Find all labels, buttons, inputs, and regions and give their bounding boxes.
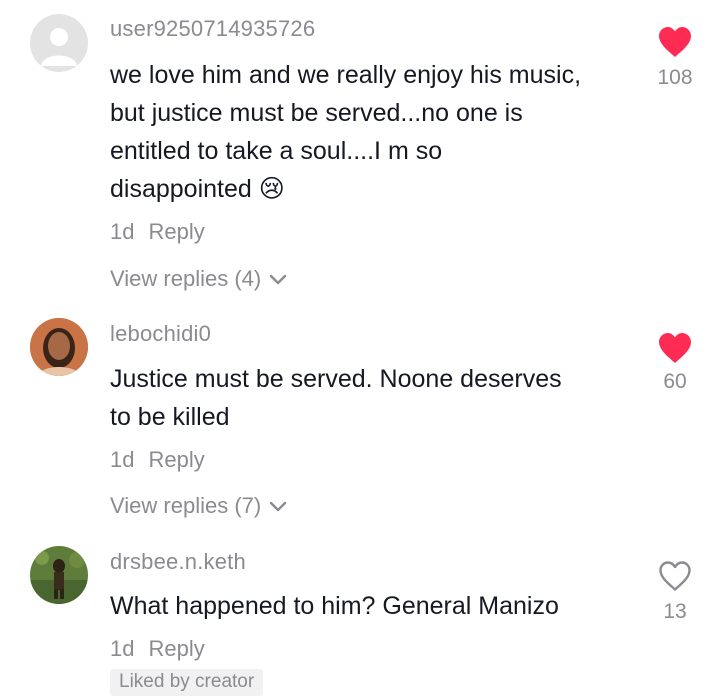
like-button[interactable] [650, 332, 700, 364]
avatar[interactable] [30, 546, 88, 604]
comment-age: 1d [110, 219, 135, 244]
like-count: 13 [663, 600, 687, 623]
heart-filled-icon [659, 27, 691, 57]
chevron-down-icon [270, 274, 287, 285]
view-replies-label: View replies (7) [110, 493, 262, 518]
view-replies-button[interactable]: View replies (4) [110, 266, 287, 292]
comment-text-line: What happened to him? General Manizo [110, 592, 559, 620]
comment-text-line: disappointed 😢 [110, 170, 640, 208]
view-replies-button[interactable]: View replies (7) [110, 493, 287, 519]
like-count: 60 [663, 370, 687, 393]
like-button[interactable] [650, 560, 700, 592]
comment-meta: 1d Reply [110, 636, 205, 662]
chevron-down-icon [270, 501, 287, 512]
comment-text-line: to be killed [110, 403, 230, 431]
comment-item: user9250714935726 we love him and we rea… [0, 0, 720, 310]
view-replies-label: View replies (4) [110, 266, 262, 291]
profile-photo [30, 546, 88, 604]
comment-item: lebochidi0 Justice must be served. Noone… [0, 310, 720, 530]
default-avatar-icon [30, 14, 88, 72]
profile-photo [30, 318, 88, 376]
comment-age: 1d [110, 636, 135, 661]
comment-item: drsbee.n.keth What happened to him? Gene… [0, 530, 720, 700]
crying-emoji: 😢 [258, 175, 285, 203]
comment-meta: 1d Reply [110, 219, 205, 245]
liked-by-creator-badge: Liked by creator [110, 669, 264, 696]
comment-meta: 1d Reply [110, 447, 205, 473]
avatar[interactable] [30, 318, 88, 376]
comment-text: Justice must be served. Noone deserves t… [110, 360, 640, 436]
comment-text-fragment: disappointed [110, 175, 252, 203]
comment-text-line: Justice must be served. Noone deserves [110, 365, 562, 393]
comment-text-line: entitled to take a soul....I m so [110, 137, 443, 165]
comment-username[interactable]: user9250714935726 [110, 16, 315, 42]
like-count: 108 [657, 66, 693, 89]
comment-text-line: but justice must be served...no one is [110, 99, 523, 127]
comment-age: 1d [110, 447, 135, 472]
avatar[interactable] [30, 14, 88, 72]
comment-username[interactable]: lebochidi0 [110, 321, 211, 347]
like-button[interactable] [650, 26, 700, 58]
comment-username[interactable]: drsbee.n.keth [110, 549, 246, 575]
reply-button[interactable]: Reply [148, 636, 204, 661]
heart-filled-icon [659, 333, 691, 363]
comment-text: we love him and we really enjoy his musi… [110, 56, 640, 208]
comment-text-line: we love him and we really enjoy his musi… [110, 61, 582, 89]
comment-text: What happened to him? General Manizo [110, 587, 640, 625]
heart-outline-icon [659, 561, 691, 591]
reply-button[interactable]: Reply [148, 219, 204, 244]
reply-button[interactable]: Reply [148, 447, 204, 472]
